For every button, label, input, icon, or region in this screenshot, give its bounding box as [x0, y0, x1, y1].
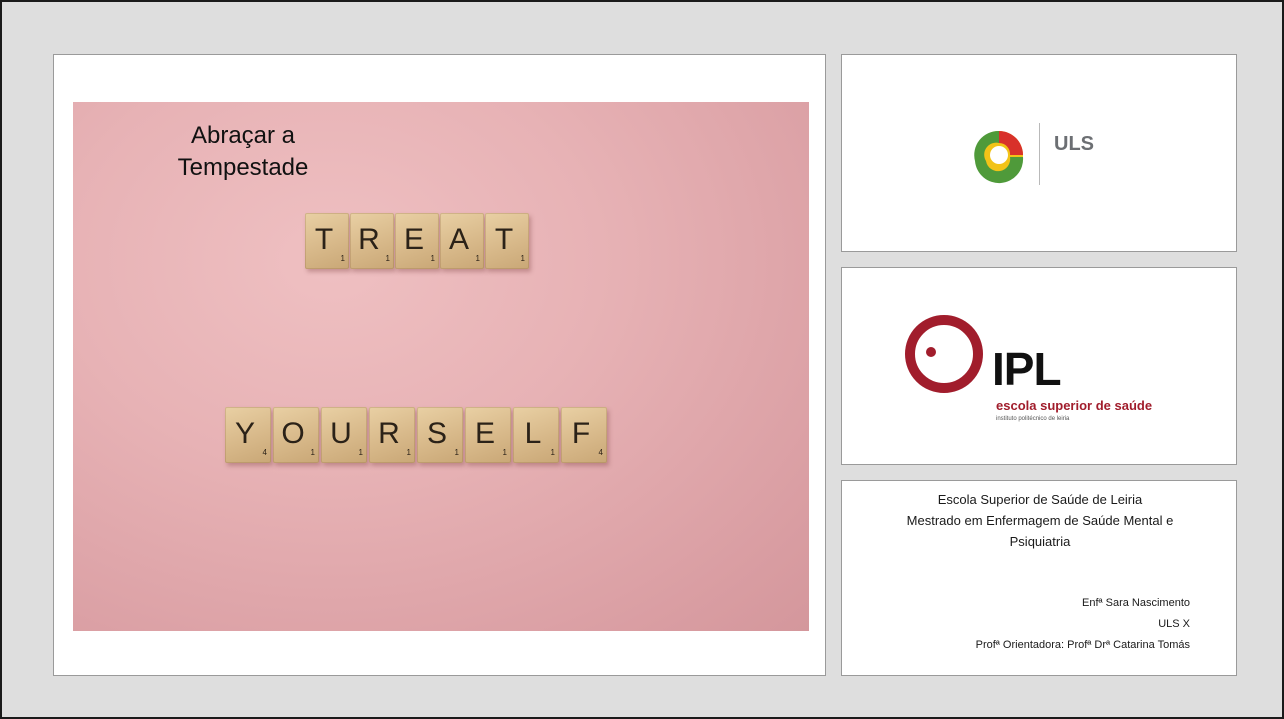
uls-logo-text: ULS [1054, 133, 1094, 155]
scrabble-tile: T1 [305, 213, 349, 269]
scrabble-photo: Abraçar a Tempestade T1 R1 E1 A1 T1 Y4 O… [73, 102, 809, 631]
main-image-card: Abraçar a Tempestade T1 R1 E1 A1 T1 Y4 O… [53, 54, 826, 676]
scrabble-tile: E1 [465, 407, 511, 463]
uls-logo-card: ULS [841, 54, 1237, 252]
scrabble-tile: R1 [369, 407, 415, 463]
author-info: Enfª Sara Nascimento ULS X Profª Orienta… [976, 593, 1190, 656]
author-name: Enfª Sara Nascimento [1081, 597, 1190, 609]
ipl-subtitle: escola superior de saúde [996, 398, 1153, 413]
uls-emblem-icon [974, 130, 1024, 184]
uls-logo: ULS [964, 121, 1134, 191]
course-name-line2: Psiquiatria [1009, 534, 1071, 549]
school-name: Escola Superior de Saúde de Leiria [937, 492, 1143, 507]
tile-row-yourself: Y4 O1 U1 R1 S1 E1 L1 F4 [225, 407, 609, 463]
scrabble-tile: R1 [350, 213, 394, 269]
scrabble-tile: T1 [485, 213, 529, 269]
ipl-ring-icon [905, 315, 983, 393]
ipl-subtitle-small: instituto politécnico de leiria [996, 416, 1070, 422]
scrabble-tile: F4 [561, 407, 607, 463]
scrabble-tile: U1 [321, 407, 367, 463]
logo-divider [1039, 123, 1040, 185]
ipl-logo: IPL escola superior de saúde instituto p… [904, 314, 1204, 434]
slide: Abraçar a Tempestade T1 R1 E1 A1 T1 Y4 O… [0, 0, 1284, 719]
course-name-line1: Mestrado em Enfermagem de Saúde Mental e [906, 513, 1174, 528]
scrabble-tile: Y4 [225, 407, 271, 463]
scrabble-tile: S1 [417, 407, 463, 463]
tile-row-treat: T1 R1 E1 A1 T1 [305, 213, 530, 269]
slide-title: Abraçar a Tempestade [177, 122, 309, 181]
ipl-logo-card: IPL escola superior de saúde instituto p… [841, 267, 1237, 465]
scrabble-tile: O1 [273, 407, 319, 463]
info-card: Escola Superior de Saúde de Leiria Mestr… [841, 480, 1237, 676]
scrabble-tile: A1 [440, 213, 484, 269]
author-org: ULS X [1158, 618, 1190, 630]
scrabble-tile: E1 [395, 213, 439, 269]
school-info: Escola Superior de Saúde de Leiria Mestr… [862, 489, 1218, 552]
ipl-logo-text: IPL [992, 343, 1062, 395]
advisor-name: Profª Orientadora: Profª Drª Catarina To… [975, 639, 1190, 651]
scrabble-tile: L1 [513, 407, 559, 463]
